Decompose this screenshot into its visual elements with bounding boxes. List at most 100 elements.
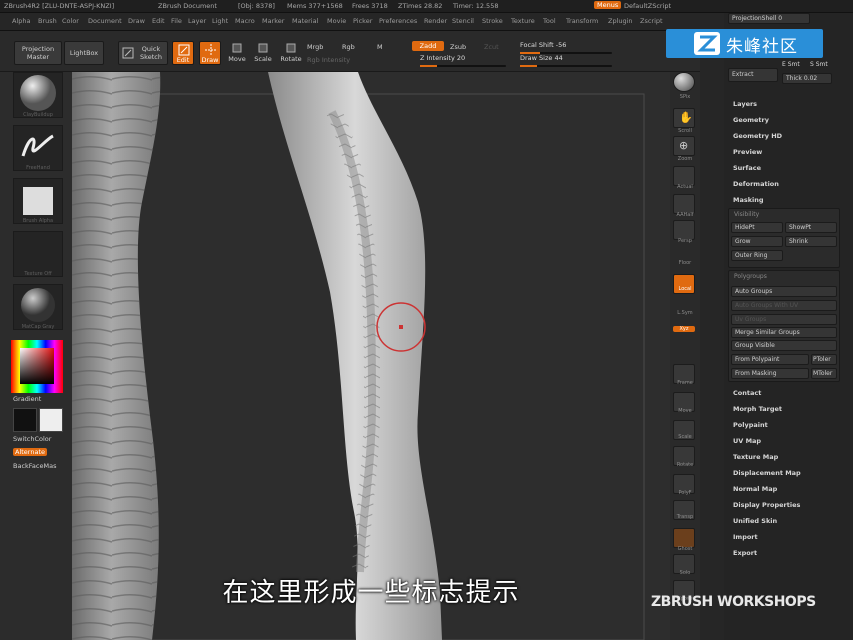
move-button[interactable]: Move (226, 43, 248, 63)
draw-button[interactable]: Draw (199, 41, 221, 65)
z-intensity-slider[interactable]: Z Intensity 20 (420, 54, 506, 67)
polypaint-subpalette[interactable]: Polypaint (733, 421, 768, 429)
m-button[interactable]: M (377, 43, 383, 51)
spix-button[interactable] (673, 72, 695, 92)
menu-brush[interactable]: Brush (38, 17, 57, 25)
zadd-button[interactable]: Zadd (412, 41, 444, 51)
mrgb-button[interactable]: Mrgb (307, 43, 323, 51)
menu-texture[interactable]: Texture (511, 17, 535, 25)
polygroups-header[interactable]: Polygroups (734, 273, 767, 280)
color-picker[interactable] (11, 340, 63, 393)
deformation-subpalette[interactable]: Deformation (733, 180, 779, 188)
from-masking-button[interactable]: From Masking (731, 368, 809, 379)
texture-thumbnail[interactable]: Texture Off (13, 231, 63, 277)
switch-color-button[interactable]: SwitchColor (13, 435, 51, 443)
showpt-button[interactable]: ShowPt (785, 222, 837, 233)
zcut-button[interactable]: Zcut (484, 43, 499, 51)
ghost-button[interactable] (673, 528, 695, 548)
menu-stencil[interactable]: Stencil (452, 17, 474, 25)
menu-transform[interactable]: Transform (566, 17, 598, 25)
morph-target-subpalette[interactable]: Morph Target (733, 405, 782, 413)
visibility-header[interactable]: Visibility (734, 211, 759, 218)
primary-color-swatch[interactable] (13, 408, 37, 432)
uv-groups-button[interactable]: Uv Groups (731, 314, 837, 325)
menu-file[interactable]: File (171, 17, 182, 25)
mtoler-slider[interactable]: MToler (811, 368, 837, 379)
edit-button[interactable]: Edit (172, 41, 194, 65)
menu-movie[interactable]: Movie (327, 17, 346, 25)
auto-groups-button[interactable]: Auto Groups (731, 286, 837, 297)
display-properties-subpalette[interactable]: Display Properties (733, 501, 800, 509)
uv-map-subpalette[interactable]: UV Map (733, 437, 761, 445)
auto-groups-uv-button[interactable]: Auto Groups With UV (731, 300, 837, 311)
menu-tool[interactable]: Tool (543, 17, 556, 25)
focal-shift-slider[interactable]: Focal Shift -56 (520, 41, 612, 54)
menu-light[interactable]: Light (212, 17, 228, 25)
floor-label[interactable]: Floor (670, 260, 700, 266)
merge-similar-groups-button[interactable]: Merge Similar Groups (731, 327, 837, 338)
menu-layer[interactable]: Layer (188, 17, 206, 25)
menu-color[interactable]: Color (62, 17, 79, 25)
aahalf-button[interactable] (673, 194, 695, 214)
zoom-button[interactable]: ⊕ (673, 136, 695, 156)
preview-subpalette[interactable]: Preview (733, 148, 762, 156)
outer-ring-button[interactable]: Outer Ring (731, 250, 783, 261)
menus-toggle[interactable]: Menus (594, 1, 622, 9)
contact-subpalette[interactable]: Contact (733, 389, 761, 397)
persp-button[interactable] (673, 220, 695, 240)
zsub-button[interactable]: Zsub (450, 43, 466, 51)
menu-marker[interactable]: Marker (262, 17, 284, 25)
quick-sketch-button[interactable]: Quick Sketch (118, 41, 168, 65)
e-smt-toggle[interactable]: E Smt (782, 61, 800, 68)
extract-button[interactable]: Extract (728, 68, 778, 82)
menu-render[interactable]: Render (424, 17, 447, 25)
lightbox-button[interactable]: LightBox (64, 41, 104, 65)
group-visible-button[interactable]: Group Visible (731, 340, 837, 351)
menu-picker[interactable]: Picker (353, 17, 372, 25)
alternate-toggle[interactable]: Alternate (13, 448, 48, 456)
unified-skin-subpalette[interactable]: Unified Skin (733, 517, 777, 525)
menu-stroke[interactable]: Stroke (482, 17, 503, 25)
lsym-label[interactable]: L.Sym (670, 310, 700, 316)
canvas-viewport[interactable] (72, 72, 670, 640)
from-polypaint-button[interactable]: From Polypaint (731, 354, 809, 365)
ptoler-slider[interactable]: PToler (811, 354, 837, 365)
rotate-button[interactable]: Rotate (279, 43, 303, 63)
default-zscript[interactable]: DefaultZScript (624, 2, 671, 10)
actual-button[interactable] (673, 166, 695, 186)
menu-zscript[interactable]: Zscript (640, 17, 663, 25)
menu-edit[interactable]: Edit (152, 17, 165, 25)
menu-material[interactable]: Material (292, 17, 318, 25)
menu-zplugin[interactable]: Zplugin (608, 17, 633, 25)
menu-alpha[interactable]: Alpha (12, 17, 30, 25)
thick-slider[interactable]: Thick 0.02 (782, 73, 832, 84)
projection-shell-slider[interactable]: ProjectionShell 0 (728, 13, 810, 24)
secondary-color-swatch[interactable] (39, 408, 63, 432)
export-subpalette[interactable]: Export (733, 549, 757, 557)
menu-preferences[interactable]: Preferences (379, 17, 417, 25)
stroke-thumbnail[interactable]: FreeHand (13, 125, 63, 171)
surface-subpalette[interactable]: Surface (733, 164, 761, 172)
masking-subpalette[interactable]: Masking (733, 196, 764, 204)
texture-map-subpalette[interactable]: Texture Map (733, 453, 778, 461)
brush-thumbnail[interactable]: ClayBuildup (13, 72, 63, 118)
projection-master-button[interactable]: Projection Master (14, 41, 62, 65)
layers-subpalette[interactable]: Layers (733, 100, 757, 108)
xyz-button[interactable]: Xyz (673, 326, 695, 332)
menu-macro[interactable]: Macro (235, 17, 255, 25)
geometry-subpalette[interactable]: Geometry (733, 116, 769, 124)
s-smt-toggle[interactable]: S Smt (810, 61, 828, 68)
backface-mask-toggle[interactable]: BackFaceMas (13, 462, 56, 470)
scale-button[interactable]: Scale (252, 43, 274, 63)
draw-size-slider[interactable]: Draw Size 44 (520, 54, 612, 67)
rgb-intensity-slider[interactable]: Rgb Intensity (307, 56, 350, 64)
rgb-button[interactable]: Rgb (342, 43, 355, 51)
hidept-button[interactable]: HidePt (731, 222, 783, 233)
shrink-button[interactable]: Shrink (785, 236, 837, 247)
alpha-thumbnail[interactable]: Brush Alpha (13, 178, 63, 224)
gradient-toggle[interactable]: Gradient (13, 395, 41, 403)
scroll-button[interactable]: ✋ (673, 108, 695, 128)
displacement-map-subpalette[interactable]: Displacement Map (733, 469, 801, 477)
menu-document[interactable]: Document (88, 17, 122, 25)
material-thumbnail[interactable]: MatCap Gray (13, 284, 63, 330)
